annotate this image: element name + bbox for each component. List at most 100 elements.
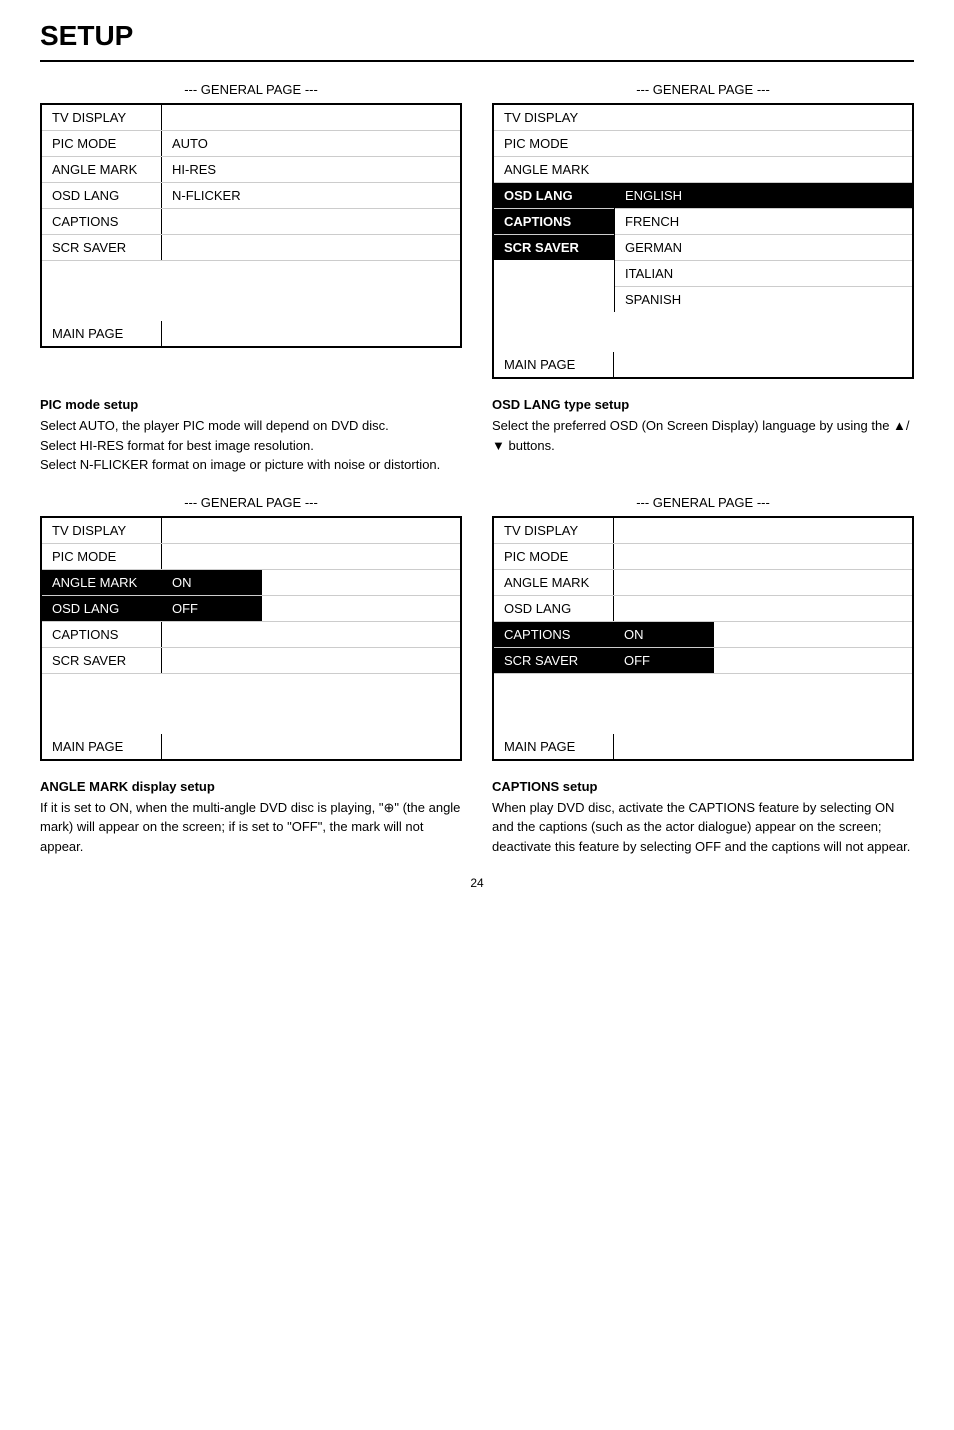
menu-cell-captions-val: [162, 209, 262, 234]
page-title: SETUP: [40, 20, 914, 62]
menu-cell-osd-lang: OSD LANG: [42, 183, 162, 208]
menu-cell-scr-saver-selected: SCR SAVER: [494, 235, 614, 260]
menu-row-main-page: MAIN PAGE: [494, 352, 912, 377]
bottom-left-general-label: --- GENERAL PAGE ---: [40, 495, 462, 510]
top-left-general-label: --- GENERAL PAGE ---: [40, 82, 462, 97]
lang-option-spanish: SPANISH: [615, 287, 912, 312]
menu-row: TV DISPLAY: [494, 518, 912, 544]
menu-row: CAPTIONS: [42, 622, 460, 648]
menu-cell-scr-saver: SCR SAVER: [42, 235, 162, 260]
top-left-menu-col: --- GENERAL PAGE --- TV DISPLAY PIC MODE…: [40, 82, 462, 379]
menu-row: SCR SAVER: [42, 235, 460, 261]
osd-lang-with-options: OSD LANG CAPTIONS SCR SAVER ENGLISH FREN…: [494, 183, 912, 312]
top-left-menu-box: TV DISPLAY PIC MODE AUTO ANGLE MARK HI-R…: [40, 103, 462, 348]
menu-cell-angle-mark: ANGLE MARK: [42, 157, 162, 182]
osd-lang-text: Select the preferred OSD (On Screen Disp…: [492, 416, 914, 455]
menu-row-main-page: MAIN PAGE: [42, 734, 460, 759]
menu-row: SCR SAVER OFF: [494, 648, 912, 674]
menu-spacer: [494, 332, 912, 352]
menu-cell-scr-saver: SCR SAVER: [42, 648, 162, 673]
menu-cell-main-page-val: [162, 734, 262, 759]
menu-spacer: [42, 281, 460, 301]
menu-cell-main-page: MAIN PAGE: [42, 734, 162, 759]
menu-cell-captions: CAPTIONS: [42, 622, 162, 647]
lang-option-english: ENGLISH: [615, 183, 912, 209]
menu-row: ANGLE MARK ON: [42, 570, 460, 596]
captions-description: CAPTIONS setup When play DVD disc, activ…: [492, 779, 914, 857]
osd-lang-description: OSD LANG type setup Select the preferred…: [492, 397, 914, 475]
menu-row: CAPTIONS: [42, 209, 460, 235]
menu-cell-scr-saver-val: [162, 235, 262, 260]
angle-mark-title: ANGLE MARK display setup: [40, 779, 462, 794]
menu-cell-scr-saver-val: [162, 648, 262, 673]
menu-cell-tv-display-val: [614, 518, 714, 543]
menu-spacer: [494, 714, 912, 734]
menu-spacer: [42, 301, 460, 321]
menu-row: PIC MODE: [494, 131, 912, 157]
menu-cell-angle-mark: ANGLE MARK: [494, 570, 614, 595]
menu-spacer: [42, 674, 460, 694]
menu-cell-tv-display-val: [162, 105, 262, 130]
menu-spacer: [42, 714, 460, 734]
menu-cell-main-page: MAIN PAGE: [494, 734, 614, 759]
menu-row-main-page: MAIN PAGE: [494, 734, 912, 759]
menu-cell-pic-mode: PIC MODE: [42, 131, 162, 156]
bottom-left-menu-box: TV DISPLAY PIC MODE ANGLE MARK ON OSD LA…: [40, 516, 462, 761]
bottom-left-menu-col: --- GENERAL PAGE --- TV DISPLAY PIC MODE…: [40, 495, 462, 761]
bottom-right-menu-box: TV DISPLAY PIC MODE ANGLE MARK OSD LANG …: [492, 516, 914, 761]
menu-row: CAPTIONS ON: [494, 622, 912, 648]
menu-row: PIC MODE: [42, 544, 460, 570]
menu-cell-angle-mark-val: [614, 570, 714, 595]
bottom-right-general-label: --- GENERAL PAGE ---: [492, 495, 914, 510]
menu-cell-captions: CAPTIONS: [42, 209, 162, 234]
menu-spacer: [494, 694, 912, 714]
angle-mark-description: ANGLE MARK display setup If it is set to…: [40, 779, 462, 857]
menu-cell-captions-val: ON: [614, 622, 714, 647]
menu-cell-pic-mode: PIC MODE: [494, 131, 912, 156]
menu-row: ANGLE MARK: [494, 570, 912, 596]
menu-cell-captions-selected: CAPTIONS: [494, 209, 614, 234]
lang-options-panel: ENGLISH FRENCH GERMAN ITALIAN SPANISH: [614, 183, 912, 312]
lang-option-italian: ITALIAN: [615, 261, 912, 287]
top-right-menu-col: --- GENERAL PAGE --- TV DISPLAY PIC MODE…: [492, 82, 914, 379]
menu-row: SCR SAVER: [494, 235, 614, 260]
menu-cell-angle-mark-selected: ANGLE MARK: [42, 570, 162, 595]
menu-cell-main-page: MAIN PAGE: [42, 321, 162, 346]
menu-cell-tv-display: TV DISPLAY: [42, 518, 162, 543]
menu-row: PIC MODE AUTO: [42, 131, 460, 157]
menu-cell-osd-lang-selected: OSD LANG: [494, 183, 614, 208]
menu-cell-main-page-val: [614, 352, 714, 377]
menu-spacer: [42, 694, 460, 714]
menu-cell-pic-mode: PIC MODE: [42, 544, 162, 569]
lang-option-french: FRENCH: [615, 209, 912, 235]
menu-cell-main-page-val: [162, 321, 262, 346]
menu-spacer: [494, 312, 912, 332]
menu-cell-main-page-val: [614, 734, 714, 759]
angle-mark-text: If it is set to ON, when the multi-angle…: [40, 798, 462, 857]
menu-row: TV DISPLAY: [42, 105, 460, 131]
menu-cell-angle-mark: ANGLE MARK: [494, 157, 912, 182]
captions-text: When play DVD disc, activate the CAPTION…: [492, 798, 914, 857]
menu-row: TV DISPLAY: [494, 105, 912, 131]
menu-cell-tv-display-val: [162, 518, 262, 543]
menu-cell-osd-lang-selected: OSD LANG: [42, 596, 162, 621]
menu-row: ANGLE MARK HI-RES: [42, 157, 460, 183]
menu-spacer: [42, 261, 460, 281]
top-right-general-label: --- GENERAL PAGE ---: [492, 82, 914, 97]
captions-title: CAPTIONS setup: [492, 779, 914, 794]
menu-row: TV DISPLAY: [42, 518, 460, 544]
osd-lang-title: OSD LANG type setup: [492, 397, 914, 412]
menu-cell-osd-lang: OSD LANG: [494, 596, 614, 621]
menu-cell-pic-mode: PIC MODE: [494, 544, 614, 569]
menu-spacer: [494, 674, 912, 694]
menu-cell-captions-selected: CAPTIONS: [494, 622, 614, 647]
menu-row: OSD LANG N-FLICKER: [42, 183, 460, 209]
pic-mode-text: Select AUTO, the player PIC mode will de…: [40, 416, 462, 475]
menu-cell-tv-display: TV DISPLAY: [42, 105, 162, 130]
menu-cell-pic-mode-val: [162, 544, 262, 569]
menu-cell-pic-mode-val: [614, 544, 714, 569]
menu-row: PIC MODE: [494, 544, 912, 570]
menu-cell-scr-saver-val: OFF: [614, 648, 714, 673]
menu-cell-main-page: MAIN PAGE: [494, 352, 614, 377]
menu-cell-angle-mark-val: HI-RES: [162, 157, 262, 182]
